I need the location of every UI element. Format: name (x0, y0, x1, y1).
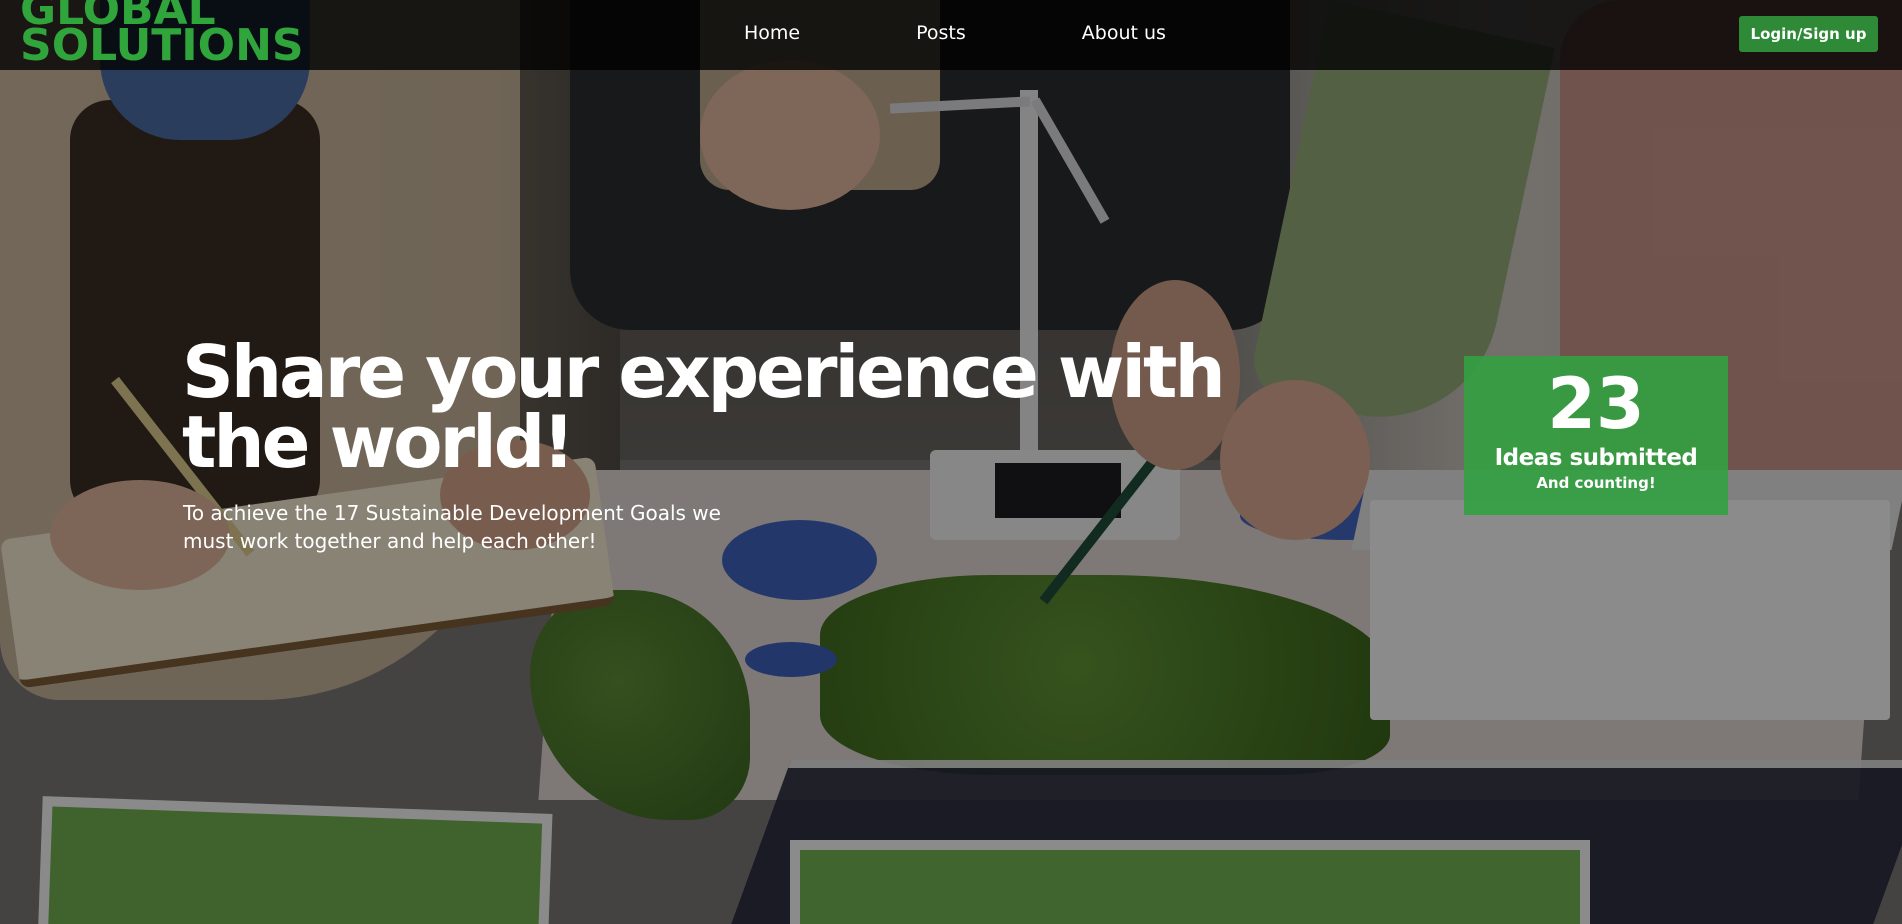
nav-link-posts[interactable]: Posts (916, 22, 966, 44)
ideas-label: Ideas submitted (1494, 445, 1698, 471)
login-signup-button[interactable]: Login/Sign up (1739, 16, 1878, 52)
nav-link-home[interactable]: Home (744, 22, 800, 44)
nav-link-about-us[interactable]: About us (1082, 22, 1166, 44)
hero-title: Share your experience with the world! (182, 330, 1226, 484)
logo-line-2: SOLUTIONS (20, 20, 304, 71)
ideas-count: 23 (1547, 363, 1645, 445)
main-nav: Home Posts About us (744, 22, 1166, 44)
site-logo[interactable]: GLOBAL SOLUTIONS (20, 0, 304, 71)
ideas-sublabel: And counting! (1536, 474, 1656, 492)
hero-subtitle: To achieve the 17 Sustainable Developmen… (183, 501, 721, 553)
top-navbar: GLOBAL SOLUTIONS Home Posts About us Log… (0, 0, 1902, 70)
ideas-stats-card: 23 Ideas submitted And counting! (1464, 356, 1728, 515)
